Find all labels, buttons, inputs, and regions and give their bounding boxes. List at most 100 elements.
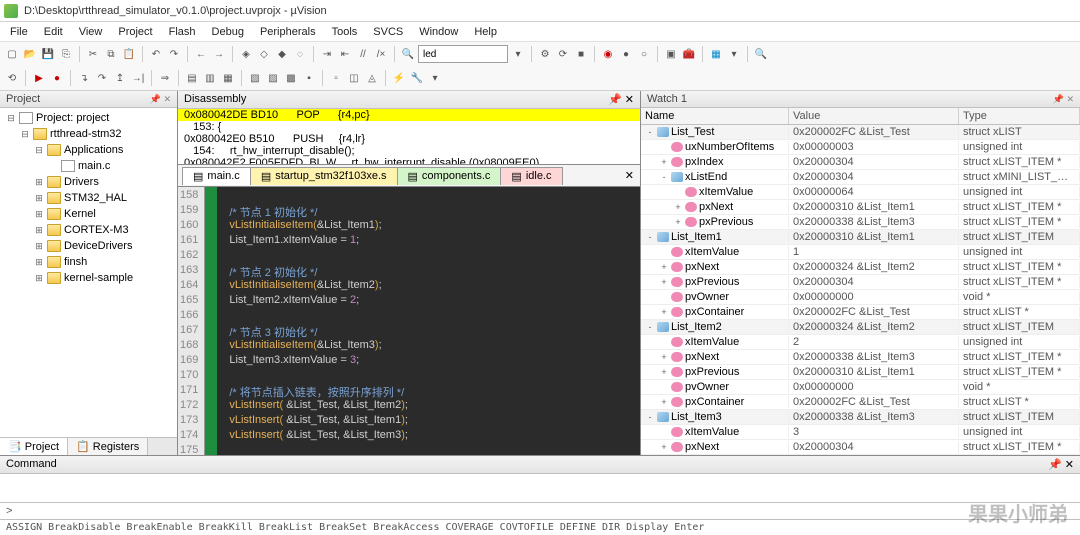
copy-icon[interactable]: ⧉ (103, 46, 119, 62)
tree-node[interactable]: ⊞finsh (2, 254, 175, 270)
menu-flash[interactable]: Flash (161, 24, 204, 40)
toolbox2-icon[interactable]: 🔧 (409, 70, 425, 86)
stop-icon[interactable]: ● (49, 70, 65, 86)
bookmark-next-icon[interactable]: ◆ (274, 46, 290, 62)
find-dd-icon[interactable]: ▾ (510, 46, 526, 62)
outdent-icon[interactable]: ⇤ (337, 46, 353, 62)
watch-row[interactable]: -List_Test0x200002FC &List_Teststruct xL… (641, 125, 1080, 140)
project-tab[interactable]: 📑 Project (0, 438, 68, 455)
watch-col-name[interactable]: Name (641, 108, 789, 124)
menu-file[interactable]: File (2, 24, 36, 40)
stepout-icon[interactable]: ↥ (112, 70, 128, 86)
watch-row[interactable]: -List_Item20x20000324 &List_Item2struct … (641, 320, 1080, 335)
watch-row[interactable]: xItemValue1unsigned int (641, 245, 1080, 260)
watch-row[interactable]: -List_Item10x20000310 &List_Item1struct … (641, 230, 1080, 245)
bookmark-icon[interactable]: ◈ (238, 46, 254, 62)
tree-node[interactable]: ⊞CORTEX-M3 (2, 222, 175, 238)
watch-row[interactable]: +pxNext0x20000338 &List_Item3struct xLIS… (641, 350, 1080, 365)
tree-node[interactable]: ⊟Applications (2, 142, 175, 158)
editor-tab[interactable]: ▤components.c (397, 167, 502, 185)
watch-row[interactable]: +pxIndex0x20000304struct xLIST_ITEM * (641, 155, 1080, 170)
menu-svcs[interactable]: SVCS (365, 24, 411, 40)
more-dd-icon[interactable]: ▾ (427, 70, 443, 86)
nav-back-icon[interactable]: ← (193, 46, 209, 62)
tree-node[interactable]: main.c (2, 158, 175, 174)
watch-row[interactable]: +pxPrevious0x20000304struct xLIST_ITEM * (641, 275, 1080, 290)
watch-grid[interactable]: Name Value Type -List_Test0x200002FC &Li… (641, 108, 1080, 455)
registers-tab[interactable]: 📋 Registers (68, 438, 148, 455)
code-editor[interactable]: 1581591601611621631641651661671681691701… (178, 187, 640, 455)
watch-row[interactable]: uxNumberOfItems0x00000003unsigned int (641, 140, 1080, 155)
watch-win-icon[interactable]: ▩ (283, 70, 299, 86)
disasm-win-icon[interactable]: ▥ (202, 70, 218, 86)
help-icon[interactable]: ▾ (726, 46, 742, 62)
config-icon[interactable]: ▦ (708, 46, 724, 62)
watch-row[interactable]: xItemValue3unsigned int (641, 425, 1080, 440)
indent-icon[interactable]: ⇥ (319, 46, 335, 62)
open-icon[interactable]: 📂 (22, 46, 38, 62)
serial-win-icon[interactable]: ▫ (328, 70, 344, 86)
saveall-icon[interactable]: ⎘ (58, 46, 74, 62)
tree-node[interactable]: ⊞STM32_HAL (2, 190, 175, 206)
new-icon[interactable]: ▢ (4, 46, 20, 62)
runto-icon[interactable]: →| (130, 70, 146, 86)
editor-tab[interactable]: ▤main.c (182, 167, 251, 185)
run-icon[interactable]: ▶ (31, 70, 47, 86)
cut-icon[interactable]: ✂ (85, 46, 101, 62)
uncomment-icon[interactable]: /× (373, 46, 389, 62)
tree-node[interactable]: ⊟Project: project (2, 110, 175, 126)
callstack-win-icon[interactable]: ▨ (265, 70, 281, 86)
analyzer-icon[interactable]: ◫ (346, 70, 362, 86)
build-icon[interactable]: ⚙ (537, 46, 553, 62)
kill-bp-icon[interactable]: ○ (636, 46, 652, 62)
symbol-win-icon[interactable]: ▦ (220, 70, 236, 86)
editor-tab[interactable]: ▤idle.c (500, 167, 562, 185)
save-icon[interactable]: 💾 (40, 46, 56, 62)
watch-col-value[interactable]: Value (789, 108, 959, 124)
system-icon[interactable]: ⚡ (391, 70, 407, 86)
paste-icon[interactable]: 📋 (121, 46, 137, 62)
command-close-icon[interactable]: 📌 ✕ (1048, 458, 1074, 471)
window-icon[interactable]: ▣ (663, 46, 679, 62)
cmd-win-icon[interactable]: ▤ (184, 70, 200, 86)
nav-fwd-icon[interactable]: → (211, 46, 227, 62)
watch-row[interactable]: +pxPrevious0x20000338 &List_Item3struct … (641, 215, 1080, 230)
menu-tools[interactable]: Tools (324, 24, 366, 40)
step-icon[interactable]: ↴ (76, 70, 92, 86)
stop-build-icon[interactable]: ■ (573, 46, 589, 62)
editor-tab[interactable]: ▤startup_stm32f103xe.s (250, 167, 398, 185)
watch-row[interactable]: +pxNext0x20000304struct xLIST_ITEM * (641, 440, 1080, 455)
tree-node[interactable]: ⊞kernel-sample (2, 270, 175, 286)
toolbox-icon[interactable]: 🧰 (681, 46, 697, 62)
watch-row[interactable]: xItemValue0x00000064unsigned int (641, 185, 1080, 200)
trace-icon[interactable]: ◬ (364, 70, 380, 86)
watch-row[interactable]: -xListEnd0x20000304struct xMINI_LIST_… (641, 170, 1080, 185)
menu-window[interactable]: Window (411, 24, 466, 40)
redo-icon[interactable]: ↷ (166, 46, 182, 62)
magnify-icon[interactable]: 🔍 (753, 46, 769, 62)
mem-win-icon[interactable]: ▪ (301, 70, 317, 86)
tree-node[interactable]: ⊞Kernel (2, 206, 175, 222)
find-icon[interactable]: 🔍 (400, 46, 416, 62)
show-next-icon[interactable]: ⇒ (157, 70, 173, 86)
watch-row[interactable]: +pxContainer0x200002FC &List_Teststruct … (641, 305, 1080, 320)
watch-row[interactable]: +pxNext0x20000324 &List_Item2struct xLIS… (641, 260, 1080, 275)
disassembly-view[interactable]: 0x080042DE BD10 POP {r4,pc} 153: {0x0800… (178, 109, 640, 165)
quick-find-input[interactable] (418, 45, 508, 63)
watch-close-icon[interactable]: 📌 ✕ (1053, 94, 1074, 105)
regs-win-icon[interactable]: ▧ (247, 70, 263, 86)
project-tree[interactable]: ⊟Project: project⊟rtthread-stm32⊟Applica… (0, 108, 177, 437)
menu-edit[interactable]: Edit (36, 24, 71, 40)
watch-row[interactable]: +pxPrevious0x20000310 &List_Item1struct … (641, 365, 1080, 380)
rebuild-icon[interactable]: ⟳ (555, 46, 571, 62)
menu-peripherals[interactable]: Peripherals (252, 24, 324, 40)
editor-tab-close-icon[interactable]: ✕ (619, 169, 640, 182)
tree-node[interactable]: ⊞Drivers (2, 174, 175, 190)
watch-col-type[interactable]: Type (959, 108, 1080, 124)
menu-project[interactable]: Project (110, 24, 160, 40)
tree-node[interactable]: ⊞DeviceDrivers (2, 238, 175, 254)
stepover-icon[interactable]: ↷ (94, 70, 110, 86)
debug-icon[interactable]: ◉ (600, 46, 616, 62)
menu-debug[interactable]: Debug (204, 24, 252, 40)
watch-row[interactable]: +pxNext0x20000310 &List_Item1struct xLIS… (641, 200, 1080, 215)
